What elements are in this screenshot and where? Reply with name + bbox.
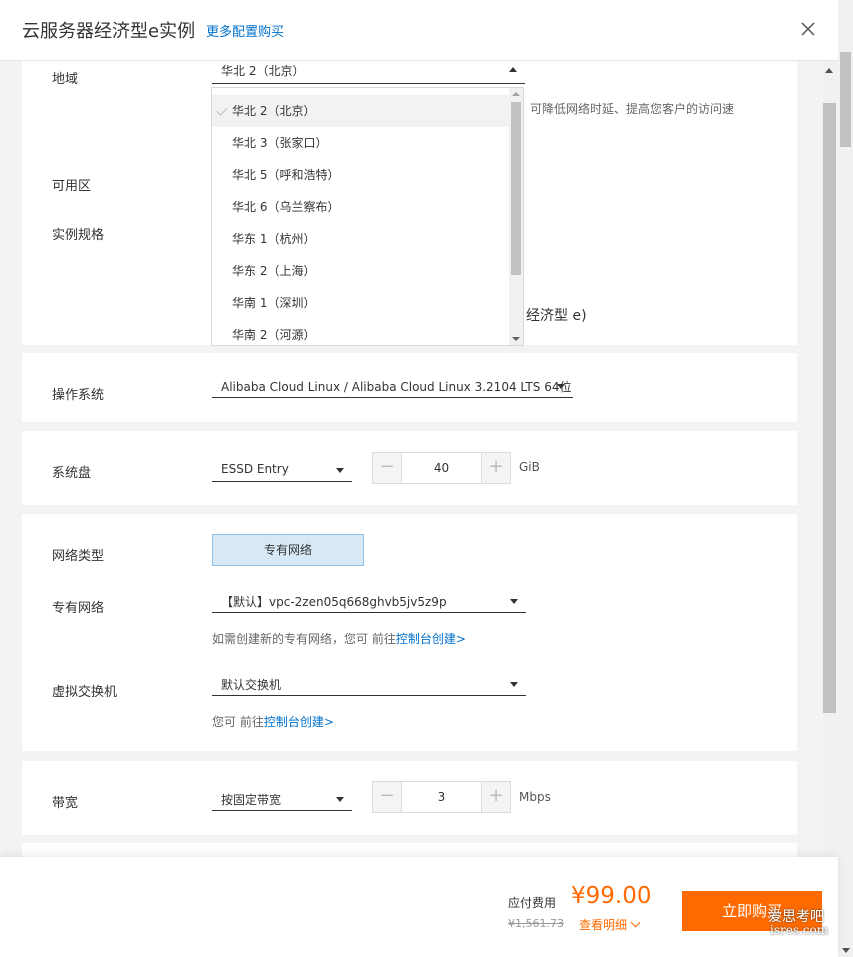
region-option-label: 华东 2（上海） [232,264,316,278]
plus-button[interactable]: + [481,453,510,483]
region-hint: ，可降低网络时延、提高您客户的访问速 [518,102,735,116]
region-option-label: 华北 3（张家口） [232,136,328,150]
vswitch-label: 虚拟交换机 [52,685,118,700]
disk-label: 系统盘 [52,466,92,481]
fee-label: 应付费用 [508,896,557,910]
instance-partial-text: 经济型 e) [526,308,587,324]
original-price: ¥1,561.73 [508,917,564,930]
scroll-up-icon[interactable] [825,68,833,73]
region-select[interactable]: 华北 2（北京） [212,61,525,84]
region-option[interactable]: 华北 6（乌兰察布） [212,191,509,223]
dropdown-scrollbar[interactable] [509,88,523,345]
caret-up-icon [509,67,517,72]
vpc-select[interactable]: 【默认】vpc-2zen05q668ghvb5jv5z9p [212,589,526,613]
form-scrollbar[interactable] [822,61,837,857]
scrollbar-thumb[interactable] [840,52,851,147]
vswitch-console-link[interactable]: 控制台创建> [264,715,334,729]
zone-label: 可用区 [52,179,92,194]
region-option-label: 华南 2（河源） [232,328,316,342]
disk-type-value: ESSD Entry [221,462,289,476]
chevron-down-icon [557,384,565,389]
scroll-down-icon[interactable] [512,337,520,341]
disk-type-select[interactable]: ESSD Entry [212,458,352,482]
region-option[interactable]: 华南 2（河源） [212,319,509,345]
region-option[interactable]: 华南 1（深圳） [212,287,509,319]
disk-size-stepper: − 40 + [372,452,511,484]
watermark-domain: isres.com [770,923,829,937]
vswitch-hint-text: 您可 前往 [212,715,264,729]
region-option-label: 华北 6（乌兰察布） [232,200,340,214]
region-option[interactable]: 华北 2（北京） [212,95,509,127]
region-label: 地域 [52,72,79,87]
bandwidth-unit: Mbps [519,790,551,804]
vswitch-value: 默认交换机 [221,678,282,692]
more-config-link[interactable]: 更多配置购买 [206,21,284,40]
scroll-down-icon[interactable] [842,948,850,953]
region-dropdown: 华北 2（北京） 华北 3（张家口） 华北 5（呼和浩特） 华北 6（乌兰察布）… [211,87,524,346]
chevron-down-icon [510,682,518,687]
check-icon [216,104,228,116]
region-option[interactable]: 华东 1（杭州） [212,223,509,255]
chevron-down-icon [510,599,518,604]
os-select[interactable]: Alibaba Cloud Linux / Alibaba Cloud Linu… [212,374,573,398]
bandwidth-stepper: − 3 + [372,781,511,813]
view-detail-label: 查看明细 [579,918,628,932]
next-card [22,843,797,857]
region-option-label: 华南 1（深圳） [232,296,316,310]
bandwidth-mode-value: 按固定带宽 [221,793,282,807]
minus-button[interactable]: − [373,453,402,483]
vswitch-hint: 您可 前往控制台创建> [212,713,334,730]
os-value: Alibaba Cloud Linux / Alibaba Cloud Linu… [221,380,572,394]
close-icon[interactable] [799,20,817,38]
chevron-down-icon [630,917,641,928]
bandwidth-mode-select[interactable]: 按固定带宽 [212,787,352,811]
disk-card: 系统盘 ESSD Entry − 40 + GiB [22,431,797,505]
instance-label: 实例规格 [52,228,105,243]
vpc-console-link[interactable]: 控制台创建> [396,632,466,646]
region-option-label: 华北 2（北京） [232,104,316,118]
total-price: ¥99.00 [571,883,652,909]
dialog-header: 云服务器经济型e实例 更多配置购买 [0,0,853,61]
network-card: 网络类型 专有网络 专有网络 【默认】vpc-2zen05q668ghvb5jv… [22,514,797,751]
plus-button[interactable]: + [481,782,510,812]
disk-unit: GiB [519,460,540,474]
bandwidth-label: 带宽 [52,796,79,811]
bandwidth-card: 带宽 按固定带宽 − 3 + Mbps [22,761,797,835]
region-option[interactable]: 华北 5（呼和浩特） [212,159,509,191]
dialog-title: 云服务器经济型e实例 [22,21,196,42]
window-scrollbar[interactable] [838,0,853,957]
os-card: 操作系统 Alibaba Cloud Linux / Alibaba Cloud… [22,353,797,422]
region-option-label: 华东 1（杭州） [232,232,316,246]
view-detail-link[interactable]: 查看明细 [579,916,641,933]
vpc-value: 【默认】vpc-2zen05q668ghvb5jv5z9p [221,595,447,609]
chevron-down-icon [336,468,344,473]
chevron-down-icon [336,797,344,802]
order-footer: 应付费用 ¥99.00 ¥1,561.73 查看明细 立即购买 爱思考吧 isr… [0,857,838,957]
region-option[interactable]: 华东 2（上海） [212,255,509,287]
region-option-label: 华北 5（呼和浩特） [232,168,340,182]
vpc-hint: 如需创建新的专有网络，您可 前往控制台创建> [212,630,466,647]
scrollbar-thumb[interactable] [823,103,836,713]
region-option[interactable]: 华北 3（张家口） [212,127,509,159]
vpc-hint-text: 如需创建新的专有网络，您可 前往 [212,632,396,646]
minus-button[interactable]: − [373,782,402,812]
vpc-network-button[interactable]: 专有网络 [212,534,364,566]
bandwidth-input[interactable]: 3 [401,790,482,804]
scrollbar-thumb[interactable] [511,102,521,275]
os-label: 操作系统 [52,388,105,403]
vpc-label: 专有网络 [52,601,105,616]
vswitch-select[interactable]: 默认交换机 [212,672,526,696]
region-selected-value: 华北 2（北京） [221,64,305,78]
scroll-up-icon[interactable] [512,92,520,96]
disk-size-input[interactable]: 40 [401,461,482,475]
network-type-label: 网络类型 [52,549,105,564]
